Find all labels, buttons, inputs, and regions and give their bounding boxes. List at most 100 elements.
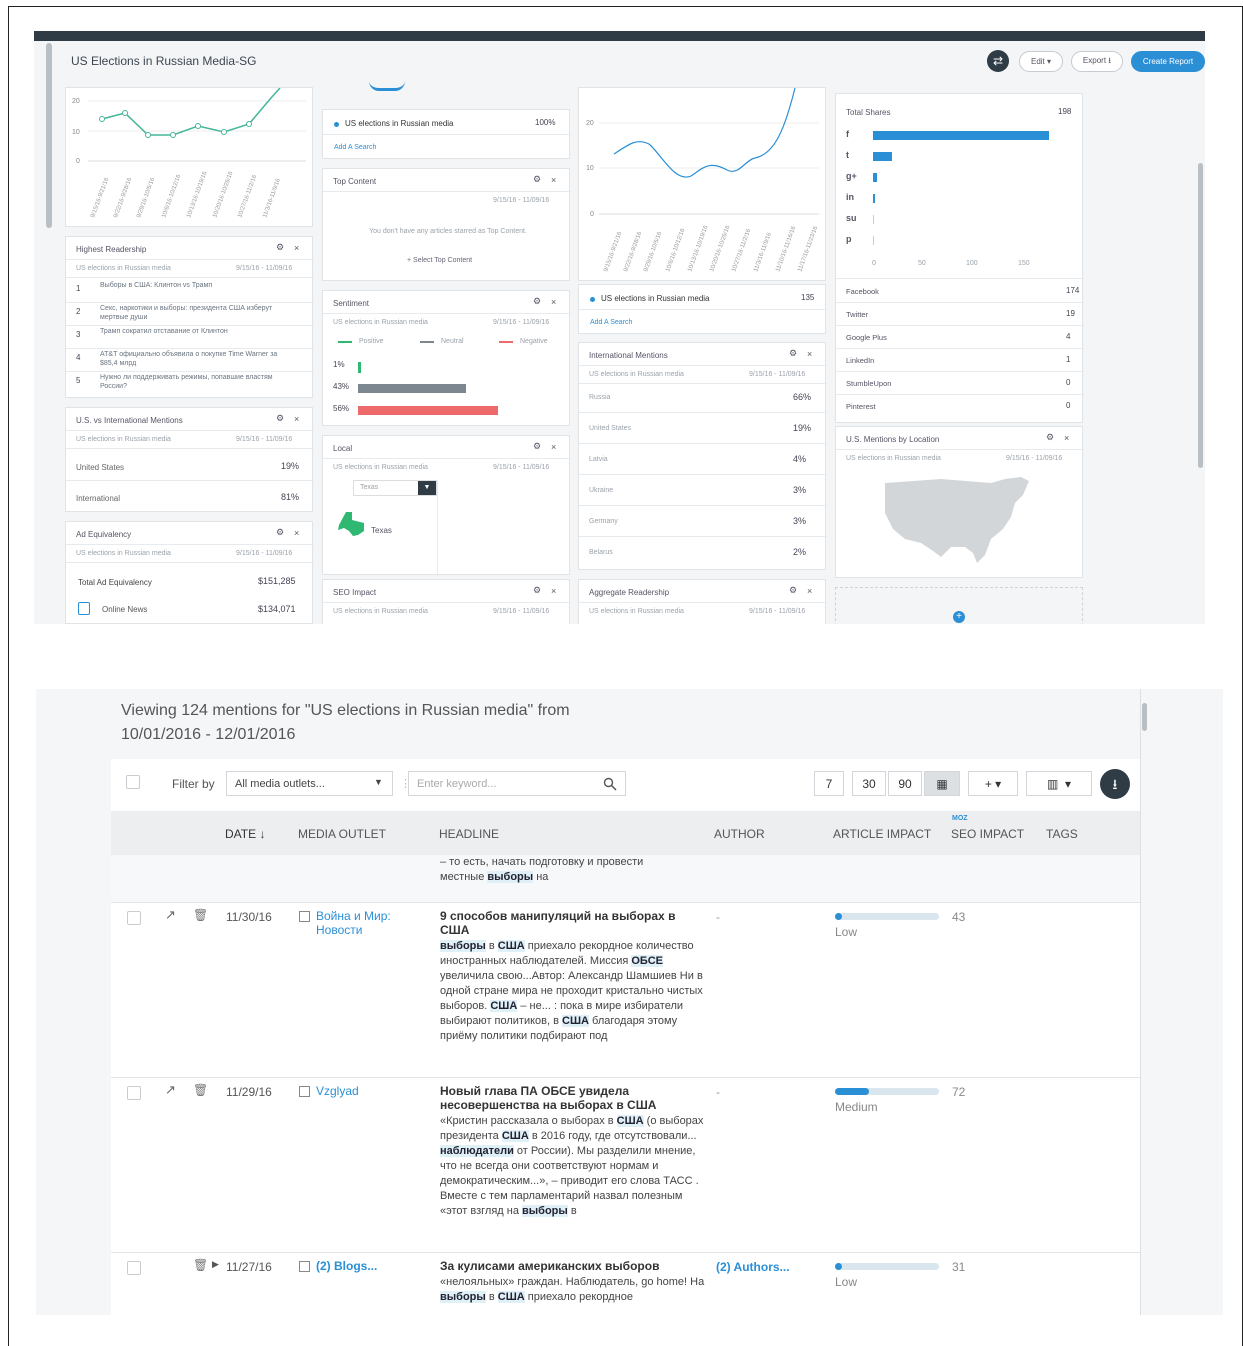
gear-icon[interactable]: ⚙	[533, 174, 541, 185]
media-outlet-select[interactable]: All media outlets... ▼	[226, 771, 393, 796]
trash-icon[interactable]: 🗑	[193, 1258, 208, 1272]
right-scrollbar[interactable]	[1198, 163, 1203, 468]
close-icon[interactable]: ×	[294, 528, 299, 538]
range-7-button[interactable]: 7	[814, 771, 844, 796]
list-rank: 5	[76, 376, 81, 385]
column-media-outlet[interactable]: MEDIA OUTLET	[298, 827, 386, 841]
share-network-value: 174	[1066, 286, 1080, 295]
list-item[interactable]: Нужно ли поддерживать режимы, попавшие в…	[100, 373, 290, 391]
keyword-placeholder: Enter keyword...	[417, 778, 497, 790]
list-item[interactable]: AT&T официально объявила о покупке Time …	[100, 350, 290, 368]
row-checkbox[interactable]	[127, 1261, 141, 1275]
trash-icon[interactable]: 🗑	[193, 1083, 208, 1097]
table-row: – то есть, начать подготовку и провести …	[111, 855, 1140, 903]
range-30-button[interactable]: 30	[852, 771, 886, 796]
column-date[interactable]: DATE ↓	[225, 827, 265, 841]
card-subtitle: US elections in Russian media	[333, 464, 428, 471]
add-widget-icon[interactable]: +	[953, 611, 965, 623]
pinterest-icon: p	[846, 234, 852, 244]
close-icon[interactable]: ×	[551, 586, 556, 596]
row-checkbox[interactable]	[127, 911, 141, 925]
export-button[interactable]: Export ⭳	[1071, 51, 1123, 72]
list-item[interactable]: Секс, наркотики и выборы: президента США…	[100, 304, 290, 322]
gear-icon[interactable]: ⚙	[533, 441, 541, 452]
card-subtitle: US elections in Russian media	[589, 608, 684, 615]
create-report-button[interactable]: Create Report	[1131, 51, 1205, 72]
column-tags[interactable]: TAGS	[1046, 827, 1078, 841]
card-subtitle: US elections in Russian media	[76, 550, 171, 557]
calendar-icon[interactable]: ▦	[924, 771, 960, 796]
share-icon[interactable]: ⇄	[987, 50, 1009, 72]
row-value: 19%	[281, 461, 300, 471]
gear-icon[interactable]: ⚙	[276, 413, 284, 424]
state-select[interactable]: Texas ▼	[353, 480, 437, 496]
sentiment-value: 1%	[333, 360, 345, 369]
column-seo-impact[interactable]: SEO IMPACT	[951, 827, 1024, 841]
external-link-icon[interactable]: ↗	[165, 1082, 176, 1098]
close-icon[interactable]: ×	[551, 442, 556, 452]
close-icon[interactable]: ×	[551, 297, 556, 307]
close-icon[interactable]: ×	[294, 243, 299, 253]
close-icon[interactable]: ×	[807, 586, 812, 596]
y-tick: 0	[590, 211, 594, 218]
gear-icon[interactable]: ⚙	[789, 348, 797, 359]
share-network-label: Twitter	[846, 310, 869, 319]
column-headline[interactable]: HEADLINE	[439, 827, 499, 841]
columns-menu-button[interactable]: ▥ ▾	[1026, 771, 1092, 796]
select-all-checkbox[interactable]	[126, 775, 140, 789]
row-headline[interactable]: 9 способов манипуляций на выборах в США	[440, 909, 705, 937]
select-top-content-link[interactable]: + Select Top Content	[407, 257, 472, 264]
gear-icon[interactable]: ⚙	[276, 527, 284, 538]
mentions-trend-chart: 20 10 0 9/15/16-9/21/16 9/22/16-9/28/16 …	[72, 87, 306, 219]
left-scrollbar[interactable]	[46, 43, 52, 228]
row-author[interactable]: (2) Authors...	[716, 1260, 790, 1274]
linkedin-icon: in	[846, 192, 854, 202]
mentions-date-range: 10/01/2016 - 12/01/2016	[121, 726, 296, 743]
svg-text:11/10/16-11/16/16: 11/10/16-11/16/16	[775, 225, 797, 273]
impact-label: Low	[835, 1275, 858, 1289]
sentiment-value: 56%	[333, 404, 350, 413]
close-icon[interactable]: ×	[551, 175, 556, 185]
column-author[interactable]: AUTHOR	[714, 827, 765, 841]
chevron-down-icon[interactable]: ▼	[418, 481, 436, 495]
mentions-scrollbar[interactable]	[1142, 703, 1147, 731]
range-90-button[interactable]: 90	[888, 771, 922, 796]
add-search-link[interactable]: Add A Search	[590, 319, 632, 326]
media-outlet-link[interactable]: (2) Blogs...	[316, 1259, 416, 1273]
add-widget-area[interactable]: +	[835, 587, 1083, 624]
close-icon[interactable]: ×	[807, 349, 812, 359]
media-outlet-link[interactable]: Война и Мир: Новости	[316, 909, 416, 937]
row-headline[interactable]: Новый глава ПА ОБСЕ увидела несовершенст…	[440, 1084, 705, 1112]
gear-icon[interactable]: ⚙	[533, 585, 541, 596]
twitter-icon: t	[846, 150, 849, 160]
add-search-link[interactable]: Add A Search	[334, 144, 376, 151]
close-icon[interactable]: ×	[294, 414, 299, 424]
divider	[66, 348, 314, 349]
keyword-search-input[interactable]: Enter keyword...	[408, 771, 626, 796]
gear-icon[interactable]: ⚙	[276, 242, 284, 253]
mentions-title: Viewing 124 mentions for "US elections i…	[121, 702, 570, 719]
gear-icon[interactable]: ⚙	[533, 296, 541, 307]
list-item[interactable]: Трамп сократил отставание от Клинтон	[100, 327, 290, 336]
gear-icon[interactable]: ⚙	[1046, 432, 1054, 443]
expand-icon[interactable]: ▶	[212, 1259, 219, 1270]
gear-icon[interactable]: ⚙	[789, 585, 797, 596]
column-article-impact[interactable]: ARTICLE IMPACT	[833, 827, 931, 841]
legend-positive-swatch	[338, 341, 352, 343]
search-icon[interactable]	[603, 777, 617, 791]
legend-neutral: Neutral	[441, 338, 464, 345]
media-outlet-link[interactable]: Vzglyad	[316, 1084, 416, 1098]
trash-icon[interactable]: 🗑	[193, 908, 208, 922]
external-link-icon[interactable]: ↗	[165, 907, 176, 923]
row-headline[interactable]: За кулисами американских выборов	[440, 1259, 705, 1273]
table-row: ↗ 🗑 11/29/16 Vzglyad Новый глава ПА ОБСЕ уви…	[111, 1078, 1140, 1253]
row-snippet: «Кристин рассказала о выборах в США (о в…	[440, 1115, 704, 1217]
download-icon[interactable]: ⭳	[1100, 769, 1130, 799]
total-ad-value: $151,285	[258, 576, 296, 586]
row-checkbox[interactable]	[127, 1086, 141, 1100]
close-icon[interactable]: ×	[1064, 433, 1069, 443]
add-menu-button[interactable]: + ▾	[968, 771, 1018, 796]
search-name: US elections in Russian media	[601, 294, 710, 303]
list-item[interactable]: Выборы в США: Клинтон vs Трамп	[100, 281, 290, 290]
edit-button[interactable]: Edit ▾	[1019, 51, 1063, 72]
